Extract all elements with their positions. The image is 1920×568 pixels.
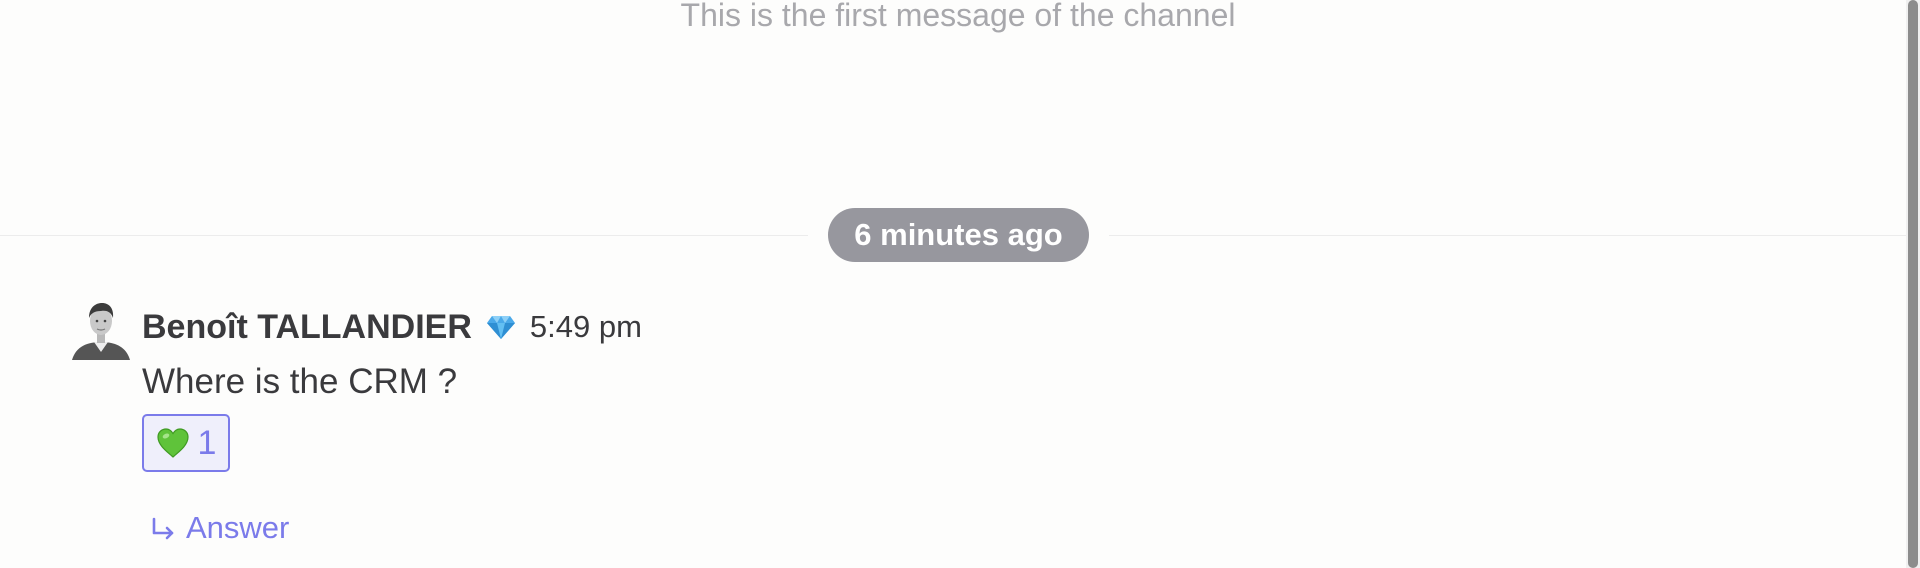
reaction-chip[interactable]: 1 [142, 414, 230, 472]
answer-button[interactable]: Answer [148, 506, 289, 550]
message-header: Benoît TALLANDIER 5:49 pm [142, 305, 642, 349]
avatar[interactable] [70, 298, 132, 360]
relative-time-divider: 6 minutes ago [828, 208, 1089, 262]
author-name[interactable]: Benoît TALLANDIER [142, 308, 472, 347]
green-heart-icon [156, 427, 190, 459]
message-time: 5:49 pm [529, 309, 642, 344]
answer-label: Answer [186, 510, 290, 545]
channel-start-notice: This is the first message of the channel [680, 0, 1236, 33]
diamond-icon [486, 314, 516, 340]
reaction-count: 1 [197, 423, 217, 462]
message-text: Where is the CRM ? [142, 362, 458, 401]
message-feed: This is the first message of the channel… [0, 0, 1920, 568]
scrollbar-thumb[interactable] [1908, 0, 1918, 568]
reply-arrow-icon [148, 513, 178, 543]
